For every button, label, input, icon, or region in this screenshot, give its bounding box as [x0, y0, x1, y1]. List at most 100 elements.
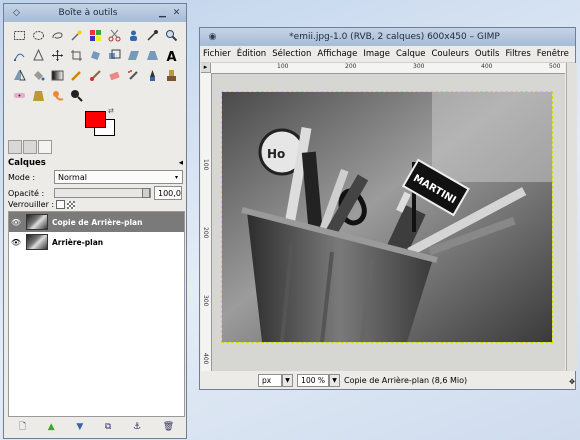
crop-icon[interactable] [69, 48, 84, 63]
ruler-label: 300 [413, 63, 425, 70]
status-text: Copie de Arrière-plan (8,6 Mio) [344, 376, 468, 385]
tab-layers[interactable] [38, 140, 52, 154]
toolbox-title: Boîte à outils [58, 8, 118, 18]
ruler-label: 200 [345, 63, 357, 70]
layer-name: Copie de Arrière-plan [52, 217, 143, 227]
opacity-field[interactable]: 100,0 [154, 186, 182, 200]
menu-couleurs[interactable]: Couleurs [431, 49, 468, 59]
menu-edition[interactable]: Édition [237, 49, 266, 59]
text-icon[interactable]: A [164, 48, 179, 63]
flip-icon[interactable] [12, 68, 27, 83]
eraser-icon[interactable] [107, 68, 122, 83]
dodge-burn-icon[interactable] [69, 88, 84, 103]
ellipse-select-icon[interactable] [31, 28, 46, 43]
opacity-row: Opacité : 100,0 [8, 186, 183, 200]
horizontal-ruler[interactable]: 100 200 300 400 500 [211, 63, 565, 74]
perspective-icon[interactable] [145, 48, 160, 63]
ink-icon[interactable] [145, 68, 160, 83]
layer-row-background[interactable]: 👁 Arrière-plan [9, 232, 184, 252]
image-titlebar[interactable]: ◉ *emii.jpg-1.0 (RVB, 2 calques) 600x450… [200, 28, 575, 46]
move-icon[interactable] [50, 48, 65, 63]
lower-layer-icon[interactable]: ▼ [76, 422, 83, 432]
tab-tool-options[interactable] [8, 140, 22, 154]
ruler-label: 400 [481, 63, 493, 70]
menu-filtres[interactable]: Filtres [505, 49, 530, 59]
panel-menu-icon[interactable]: ◂ [179, 158, 183, 168]
smudge-icon[interactable] [50, 88, 65, 103]
menu-calque[interactable]: Calque [396, 49, 426, 59]
new-layer-icon[interactable]: 🗋 [19, 419, 26, 435]
raise-layer-icon[interactable]: ▲ [48, 422, 55, 432]
layers-button-bar: 🗋 ▲ ▼ ⧉ ⚓ 🗑 [8, 419, 185, 435]
menu-fenetre[interactable]: Fenêtre [537, 49, 569, 59]
perspective-clone-icon[interactable] [31, 88, 46, 103]
minimize-icon[interactable]: ▁ [157, 8, 168, 19]
color-select-icon[interactable] [88, 28, 103, 43]
gimp-window-icon[interactable]: ◉ [207, 32, 218, 43]
clone-icon[interactable] [164, 68, 179, 83]
layer-row-copy[interactable]: 👁 Copie de Arrière-plan [9, 212, 184, 232]
status-bar: px ▼ 100 % ▼ Copie de Arrière-plan (8,6 … [200, 372, 575, 389]
color-picker-icon[interactable] [145, 28, 160, 43]
svg-text:A: A [167, 50, 177, 62]
paths-icon[interactable] [12, 48, 27, 63]
lock-row: Verrouiller : [8, 200, 183, 209]
window-menu-icon[interactable]: ◇ [11, 8, 22, 19]
zoom-icon[interactable] [164, 28, 179, 43]
quick-mask-corner[interactable]: ▸ [201, 63, 211, 73]
menu-fichier[interactable]: Fichier [203, 49, 231, 59]
swap-colors-icon[interactable]: ⇄ [108, 107, 114, 115]
blend-icon[interactable] [50, 68, 65, 83]
close-icon[interactable]: ✕ [171, 8, 182, 19]
menu-affichage[interactable]: Affichage [317, 49, 357, 59]
paintbrush-icon[interactable] [88, 68, 103, 83]
mode-row: Mode : Normal ▾ [8, 170, 183, 184]
foreground-select-icon[interactable] [126, 28, 141, 43]
lock-label: Verrouiller : [8, 200, 55, 209]
duplicate-layer-icon[interactable]: ⧉ [105, 422, 111, 432]
scissors-icon[interactable] [107, 28, 122, 43]
measure-icon[interactable] [31, 48, 46, 63]
vertical-scrollbar[interactable]: ✥ [566, 63, 577, 386]
visibility-eye-icon[interactable]: 👁 [9, 218, 23, 227]
shear-icon[interactable] [126, 48, 141, 63]
opacity-value: 100,0 [158, 188, 181, 198]
mode-select[interactable]: Normal ▾ [54, 170, 183, 184]
layer-thumbnail [26, 234, 48, 250]
opacity-slider-handle[interactable] [142, 188, 150, 198]
canvas-area[interactable]: Ho MARTINI [212, 74, 565, 371]
vertical-ruler[interactable]: 100 200 300 400 [201, 73, 212, 371]
zoom-dropdown-icon[interactable]: ▼ [329, 374, 340, 387]
photo-label-hot: Ho [267, 147, 285, 161]
toolbox-window: ◇ Boîte à outils ▁ ✕ A ⇄ Calques ◂ Mode … [3, 3, 187, 439]
unit-dropdown-icon[interactable]: ▼ [282, 374, 293, 387]
image-canvas[interactable]: Ho MARTINI [221, 91, 553, 343]
rotate-icon[interactable] [88, 48, 103, 63]
unit-value: px [262, 376, 272, 385]
fuzzy-select-icon[interactable] [69, 28, 84, 43]
rect-select-icon[interactable] [12, 28, 27, 43]
visibility-eye-icon[interactable]: 👁 [9, 238, 23, 247]
heal-icon[interactable] [12, 88, 27, 103]
menu-outils[interactable]: Outils [475, 49, 500, 59]
anchor-layer-icon[interactable]: ⚓ [133, 422, 141, 432]
lasso-icon[interactable] [50, 28, 65, 43]
chevron-down-icon: ▾ [174, 173, 178, 181]
tab-images[interactable] [23, 140, 37, 154]
dock-tabs [8, 140, 52, 154]
foreground-color-swatch[interactable] [85, 111, 106, 128]
opacity-slider[interactable] [54, 188, 151, 198]
unit-select[interactable]: px [258, 374, 282, 387]
zoom-select[interactable]: 100 % [297, 374, 329, 387]
pencil-icon[interactable] [69, 68, 84, 83]
bucket-fill-icon[interactable] [31, 68, 46, 83]
airbrush-icon[interactable] [126, 68, 141, 83]
toolbox-titlebar[interactable]: ◇ Boîte à outils ▁ ✕ [4, 4, 186, 22]
scale-icon[interactable] [107, 48, 122, 63]
delete-layer-icon[interactable]: 🗑 [163, 422, 174, 432]
lock-alpha-checkbox[interactable] [56, 200, 66, 209]
menu-image[interactable]: Image [363, 49, 390, 59]
ruler-label: 100 [202, 159, 209, 171]
menu-selection[interactable]: Sélection [272, 49, 311, 59]
layer-name: Arrière-plan [52, 237, 104, 247]
